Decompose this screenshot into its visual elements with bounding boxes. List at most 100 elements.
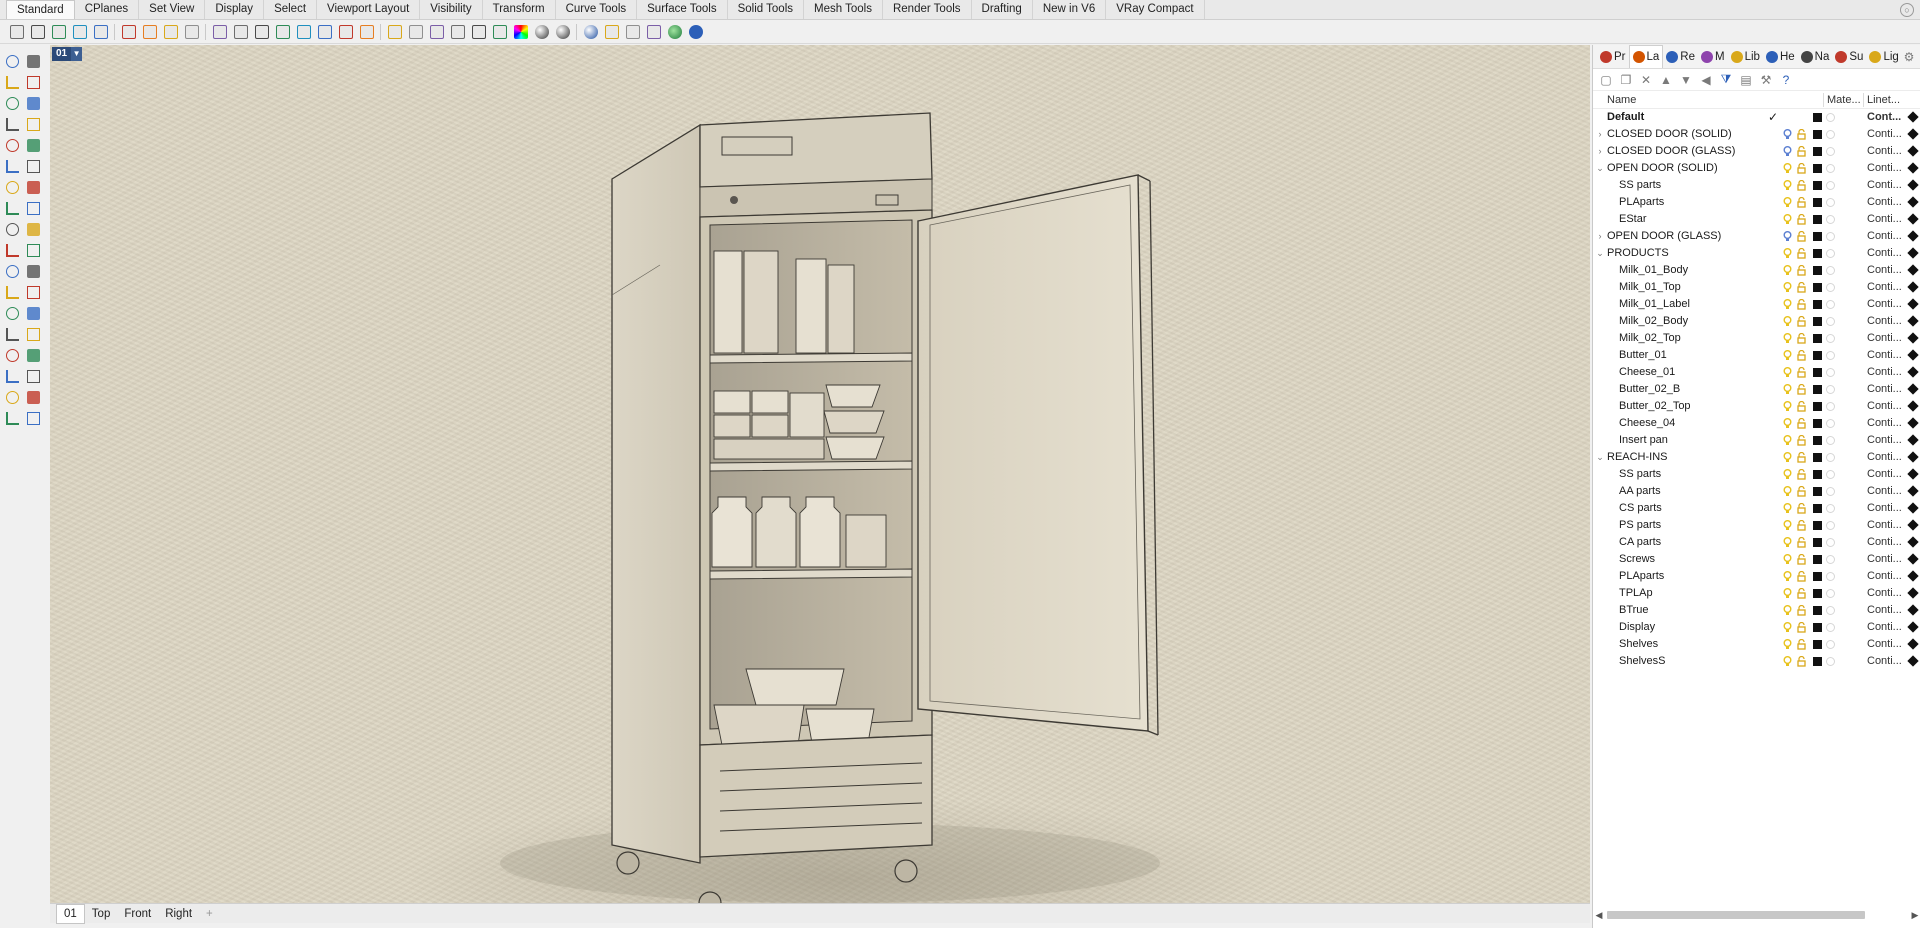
lock-icon[interactable] — [447, 21, 468, 42]
layer-color-swatch[interactable] — [1813, 368, 1822, 377]
layer-name[interactable]: Insert pan — [1619, 432, 1668, 449]
layer-name[interactable]: SS parts — [1619, 177, 1661, 194]
ribbon-tab-standard[interactable]: Standard — [6, 0, 75, 19]
expand-chevron-icon[interactable]: › — [1595, 228, 1605, 245]
layer-name[interactable]: Screws — [1619, 551, 1655, 568]
layer-row[interactable]: EStar Conti... — [1593, 211, 1920, 228]
layer-name[interactable]: Butter_01 — [1619, 347, 1667, 364]
linetype-value[interactable]: Conti... — [1867, 449, 1902, 466]
add-viewport-tab-icon[interactable]: + — [199, 905, 220, 923]
ribbon-tab-viewport-layout[interactable]: Viewport Layout — [317, 0, 421, 19]
cylinder-icon[interactable] — [23, 198, 44, 219]
viewport-tab-right[interactable]: Right — [158, 905, 199, 923]
material-swatch[interactable] — [1826, 368, 1835, 377]
linetype-value[interactable]: Conti... — [1867, 602, 1902, 619]
visibility-bulb-icon[interactable] — [1783, 469, 1792, 480]
layer-color-swatch[interactable] — [1813, 657, 1822, 666]
print-width-icon[interactable] — [1907, 638, 1919, 650]
layer-name[interactable]: Milk_01_Label — [1619, 296, 1690, 313]
linetype-value[interactable]: Conti... — [1867, 211, 1902, 228]
column-linetype[interactable]: Linet... — [1867, 94, 1900, 106]
expand-chevron-icon[interactable]: ⌄ — [1595, 245, 1605, 262]
render-icon[interactable] — [580, 21, 601, 42]
lock-icon[interactable] — [1797, 435, 1806, 446]
layer-color-swatch[interactable] — [1813, 334, 1822, 343]
lock-icon[interactable] — [1797, 639, 1806, 650]
lock-icon[interactable] — [1797, 486, 1806, 497]
lock-icon[interactable] — [1797, 367, 1806, 378]
linetype-value[interactable]: Conti... — [1867, 432, 1902, 449]
ruler-icon[interactable] — [23, 366, 44, 387]
visibility-bulb-icon[interactable] — [1783, 656, 1792, 667]
lock-icon[interactable] — [1797, 248, 1806, 259]
lock-icon[interactable] — [1797, 316, 1806, 327]
linetype-value[interactable]: Conti... — [1867, 551, 1902, 568]
layers-horizontal-scrollbar[interactable]: ◀ ▶ — [1593, 908, 1920, 922]
layer-color-swatch[interactable] — [1813, 215, 1822, 224]
lock-icon[interactable] — [1797, 197, 1806, 208]
layer-color-swatch[interactable] — [1813, 181, 1822, 190]
layer-name[interactable]: ShelvesS — [1619, 653, 1665, 670]
linetype-value[interactable]: Conti... — [1867, 296, 1902, 313]
print-width-icon[interactable] — [1907, 587, 1919, 599]
zoom-extents-icon[interactable] — [293, 21, 314, 42]
lock-icon[interactable] — [1797, 656, 1806, 667]
circle-icon[interactable] — [2, 93, 23, 114]
rebuild-icon[interactable] — [2, 282, 23, 303]
visibility-bulb-icon[interactable] — [1783, 316, 1792, 327]
visibility-bulb-icon[interactable] — [1783, 486, 1792, 497]
linetype-value[interactable]: Conti... — [1867, 398, 1902, 415]
zoom-selected-icon[interactable] — [314, 21, 335, 42]
layer-name[interactable]: CLOSED DOOR (SOLID) — [1607, 126, 1732, 143]
layer-name[interactable]: PRODUCTS — [1607, 245, 1669, 262]
print-width-icon[interactable] — [1907, 332, 1919, 344]
layer-name[interactable]: Milk_02_Top — [1619, 330, 1681, 347]
linetype-value[interactable]: Conti... — [1867, 500, 1902, 517]
import-icon[interactable] — [90, 21, 111, 42]
lock-icon[interactable] — [1797, 537, 1806, 548]
current-layer-check-icon[interactable]: ✓ — [1768, 109, 1778, 126]
print-width-icon[interactable] — [1907, 536, 1919, 548]
panel-tab-lig[interactable]: Lig — [1866, 46, 1901, 68]
layer-color-swatch[interactable] — [1813, 130, 1822, 139]
layer-row[interactable]: › CLOSED DOOR (SOLID) Conti... — [1593, 126, 1920, 143]
linetype-value[interactable]: Conti... — [1867, 585, 1902, 602]
layer-name[interactable]: PS parts — [1619, 517, 1661, 534]
print-width-icon[interactable] — [1907, 366, 1919, 378]
print-width-icon[interactable] — [1907, 315, 1919, 327]
viewport-tab-front[interactable]: Front — [117, 905, 158, 923]
visibility-bulb-icon[interactable] — [1783, 129, 1792, 140]
material-swatch[interactable] — [1826, 538, 1835, 547]
layer-row[interactable]: Milk_01_Body Conti... — [1593, 262, 1920, 279]
expand-chevron-icon[interactable]: › — [1595, 126, 1605, 143]
linetype-value[interactable]: Conti... — [1867, 245, 1902, 262]
block-icon[interactable] — [2, 366, 23, 387]
expand-chevron-icon[interactable]: ⌄ — [1595, 449, 1605, 466]
move-to-parent-icon[interactable]: ◀ — [1699, 73, 1713, 87]
new-icon[interactable] — [6, 21, 27, 42]
array-icon[interactable] — [2, 324, 23, 345]
layer-row[interactable]: › OPEN DOOR (GLASS) Conti... — [1593, 228, 1920, 245]
ribbon-tab-render-tools[interactable]: Render Tools — [883, 0, 972, 19]
layer-color-swatch[interactable] — [1813, 300, 1822, 309]
layer-name[interactable]: REACH-INS — [1607, 449, 1668, 466]
layer-name[interactable]: SS parts — [1619, 466, 1661, 483]
layer-row[interactable]: Cheese_01 Conti... — [1593, 364, 1920, 381]
material-swatch[interactable] — [1826, 572, 1835, 581]
paste-icon[interactable] — [160, 21, 181, 42]
print-icon[interactable] — [69, 21, 90, 42]
visibility-bulb-icon[interactable] — [1783, 554, 1792, 565]
print-width-icon[interactable] — [1907, 383, 1919, 395]
layer-name[interactable]: Butter_02_Top — [1619, 398, 1691, 415]
show-icon[interactable] — [426, 21, 447, 42]
linetype-value[interactable]: Conti... — [1867, 143, 1902, 160]
material-swatch[interactable] — [1826, 113, 1835, 122]
layer-name[interactable]: OPEN DOOR (SOLID) — [1607, 160, 1718, 177]
layer-color-swatch[interactable] — [1813, 606, 1822, 615]
layer-color-swatch[interactable] — [1813, 249, 1822, 258]
print-width-icon[interactable] — [1907, 570, 1919, 582]
layer-name[interactable]: Display — [1619, 619, 1655, 636]
lock-icon[interactable] — [1797, 571, 1806, 582]
linetype-value[interactable]: Conti... — [1867, 534, 1902, 551]
material-swatch[interactable] — [1826, 521, 1835, 530]
